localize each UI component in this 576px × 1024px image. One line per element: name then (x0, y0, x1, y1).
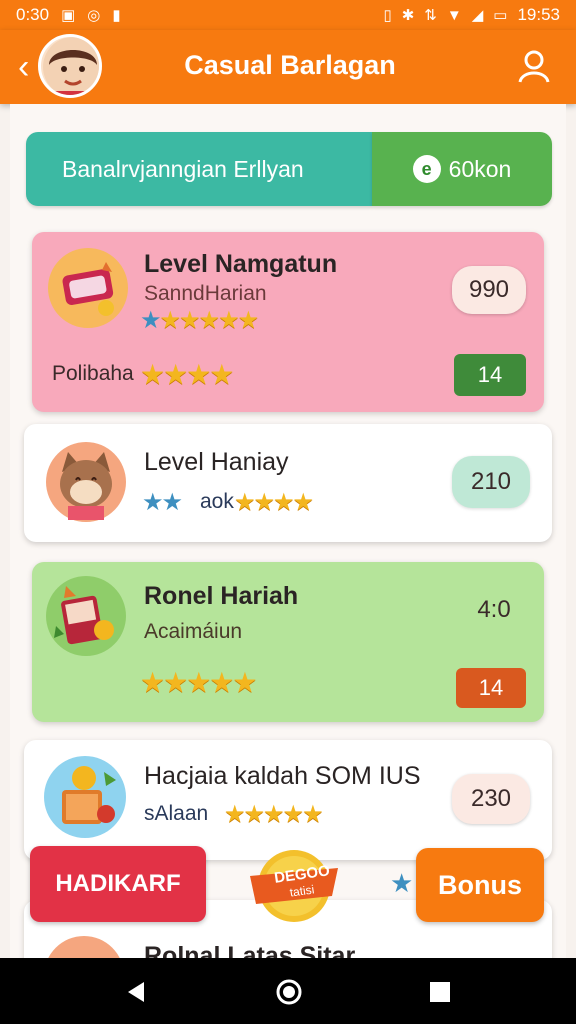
star-prefix: ★★ (142, 489, 183, 516)
coin-icon: e (412, 155, 441, 183)
level-tag[interactable]: 14 (454, 354, 526, 396)
location-icon: ◎ (87, 7, 101, 24)
cat-icon (46, 442, 126, 522)
tab-right-label: 60kon (448, 155, 512, 182)
level-card-3[interactable]: Ronel Hariah Acaimáiun ★★★★★ 4:0 14 (32, 562, 544, 722)
score-pill: 4:0 (477, 596, 511, 623)
star-rating: ★★★★★ (140, 667, 258, 698)
tab-right[interactable]: e 60kon (372, 132, 552, 206)
bluetooth-icon: ✱ (401, 7, 415, 24)
footer-stars: ★★★★ (140, 359, 234, 390)
score-pill: 210 (452, 456, 530, 508)
star-rating: ★★ (142, 488, 183, 517)
star-icon: ★ (140, 307, 161, 334)
card-subtitle: SanndHarian (144, 282, 267, 305)
star-rating-values: ★★★★★ (159, 307, 260, 334)
gift-icon (48, 248, 128, 328)
status-bar: 0:30 ▣ ◎ ▮ ▯ ✱ ⇅ ▼ ◢ ▭ 19:53 (0, 0, 576, 30)
battery-icon: ▭ (493, 7, 508, 24)
person-icon[interactable] (514, 46, 554, 86)
bonus-button[interactable]: Bonus (416, 848, 544, 922)
card-footer-label: Polibaha (52, 362, 134, 385)
level-card-1[interactable]: Level Namgatun SanndHarian ★★★★★★ Poliba… (32, 232, 544, 412)
status-time: 0:30 (16, 5, 50, 24)
level-card-2[interactable]: Level Haniay ★★ aok ★★★★ 210 (24, 424, 552, 542)
vibrate-icon: ▯ (383, 7, 392, 24)
card-title: Ronel Hariah (144, 582, 299, 610)
star-icon: ★ (390, 868, 414, 898)
app-bar: ‹ Casual Barlagan (0, 30, 576, 104)
card-subtitle: Acaimáiun (144, 620, 243, 643)
recents-square-icon[interactable] (428, 980, 452, 1004)
card-title: Hacjaia kaldah SOM IUS (144, 762, 421, 790)
back-triangle-icon[interactable] (124, 980, 148, 1004)
data-icon: ⇅ (424, 7, 437, 24)
signal-icon: ◢ (471, 7, 484, 24)
score-pill: 230 (452, 774, 530, 824)
card-subtitle: sAlaan (144, 802, 209, 825)
tab-left[interactable]: Banalrvjanngian Erllyan (26, 132, 372, 206)
star-rating-values: ★★★★ (234, 489, 314, 516)
star-rating: ★★★★★ (224, 801, 324, 828)
hadikarf-button[interactable]: HADIKARF (30, 846, 206, 922)
book-icon (46, 576, 126, 656)
card-title: Level Namgatun (144, 250, 338, 278)
star-rating: ★★★★★★ (140, 306, 260, 335)
level-tag[interactable]: 14 (456, 668, 526, 708)
score-pill: 990 (452, 266, 526, 314)
card-title: Level Haniay (144, 448, 289, 476)
card-subtitle: aok (200, 490, 234, 513)
status-clock: 19:53 (517, 5, 560, 24)
treasure-icon (44, 756, 126, 838)
page-title: Casual Barlagan (184, 50, 396, 80)
system-nav-bar (0, 958, 576, 1024)
tab-left-label: Banalrvjanngian Erllyan (62, 155, 304, 182)
home-circle-icon[interactable] (275, 978, 303, 1006)
level-card-4[interactable]: Hacjaia kaldah SOM IUS sAlaan ★★★★★ 230 (24, 740, 552, 860)
notification-icon: ▮ (112, 7, 121, 24)
wifi-icon: ▼ (446, 6, 462, 24)
image-icon: ▣ (61, 7, 76, 24)
